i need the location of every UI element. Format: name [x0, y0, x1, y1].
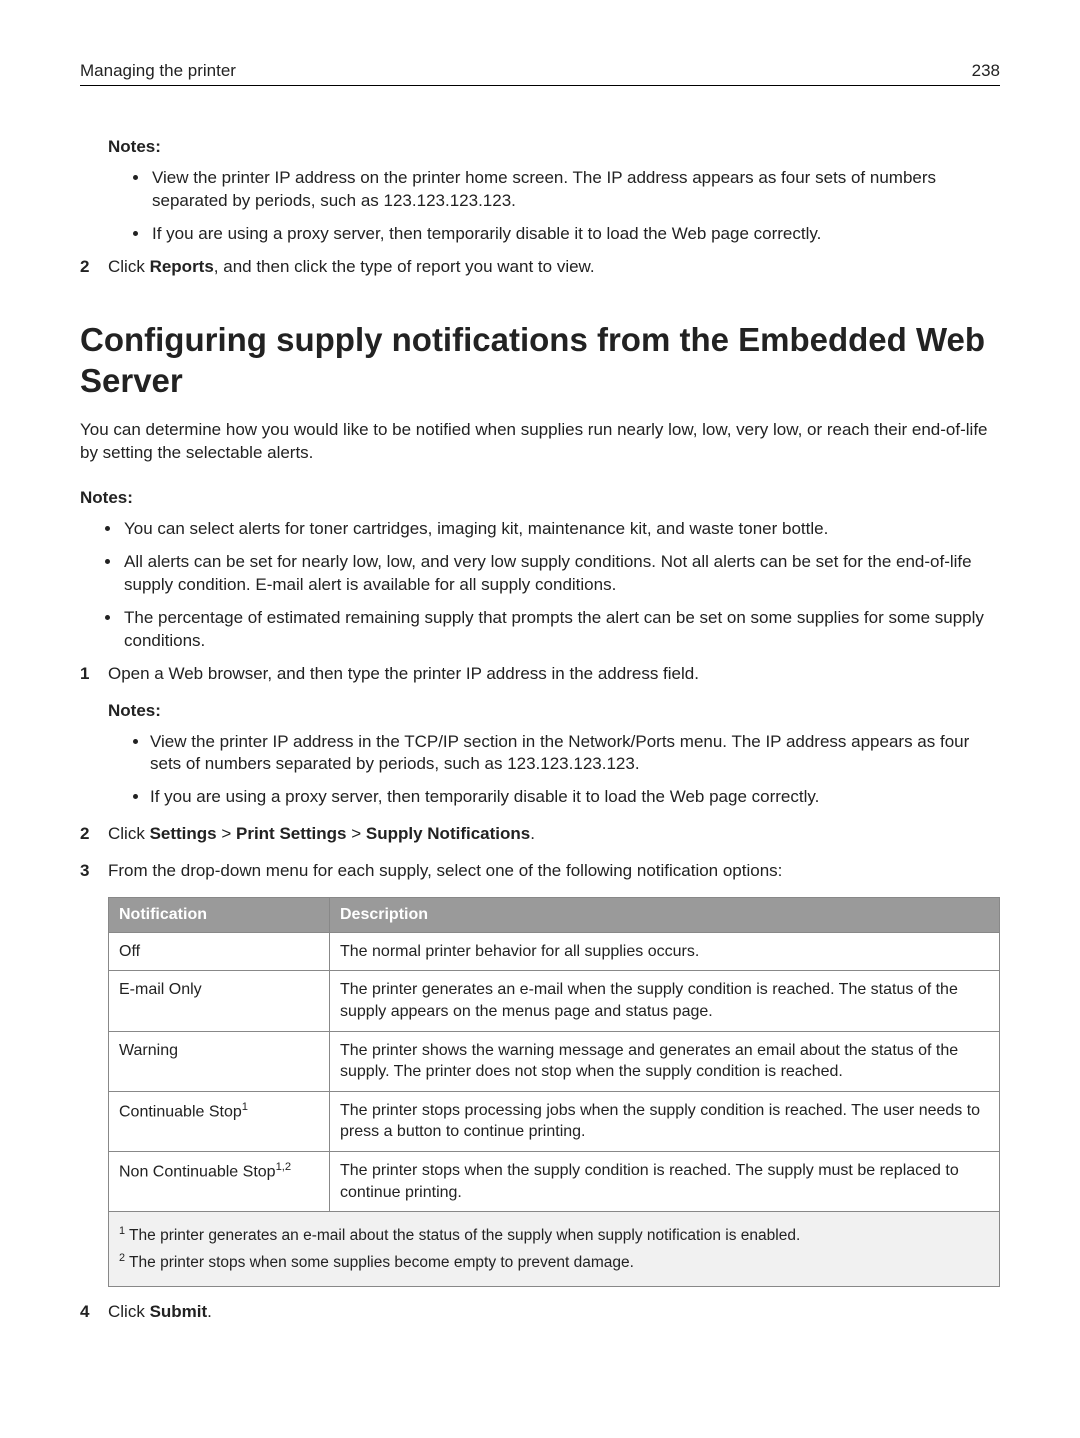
table-row: Off The normal printer behavior for all …: [109, 932, 1000, 971]
note-item: View the printer IP address in the TCP/I…: [150, 731, 1000, 777]
notif-desc: The normal printer behavior for all supp…: [330, 932, 1000, 971]
step-text-suffix: , and then click the type of report you …: [214, 257, 595, 276]
step-bold: Reports: [150, 257, 214, 276]
step-bold: Supply Notifications: [366, 824, 530, 843]
table-row: Non Continuable Stop1,2 The printer stop…: [109, 1151, 1000, 1211]
step-bold: Print Settings: [236, 824, 347, 843]
table-row: Continuable Stop1 The printer stops proc…: [109, 1091, 1000, 1151]
note-item: View the printer IP address on the print…: [150, 167, 1000, 213]
note-item: If you are using a proxy server, then te…: [150, 786, 1000, 809]
table-row: Warning The printer shows the warning me…: [109, 1031, 1000, 1091]
step-item: Open a Web browser, and then type the pr…: [80, 663, 1000, 810]
step-bold: Settings: [150, 824, 217, 843]
notes-label: Notes:: [108, 700, 1000, 723]
notif-desc: The printer shows the warning message an…: [330, 1031, 1000, 1091]
notif-desc: The printer generates an e-mail when the…: [330, 971, 1000, 1031]
notification-table: Notification Description Off The normal …: [108, 897, 1000, 1287]
notif-name: Non Continuable Stop1,2: [109, 1151, 330, 1211]
section-heading: Configuring supply notifications from th…: [80, 319, 1000, 402]
step-notes-list: View the printer IP address in the TCP/I…: [108, 731, 1000, 810]
step-suffix: .: [207, 1302, 212, 1321]
top-notes-block: Notes: View the printer IP address on th…: [108, 136, 1000, 246]
step-text: Open a Web browser, and then type the pr…: [108, 664, 699, 683]
step-text: From the drop-down menu for each supply,…: [108, 861, 782, 880]
table-header-notification: Notification: [109, 898, 330, 933]
step-sep: >: [347, 824, 366, 843]
step-item: Click Submit.: [80, 1301, 1000, 1324]
notif-desc: The printer stops processing jobs when t…: [330, 1091, 1000, 1151]
notes-label: Notes:: [80, 487, 1000, 510]
footnote-ref: 1,2: [276, 1161, 292, 1173]
step-item: From the drop-down menu for each supply,…: [80, 860, 1000, 1287]
notif-desc: The printer stops when the supply condit…: [330, 1151, 1000, 1211]
header-title: Managing the printer: [80, 60, 236, 83]
section-notes-list: You can select alerts for toner cartridg…: [80, 518, 1000, 653]
main-steps: Open a Web browser, and then type the pr…: [80, 663, 1000, 1325]
note-item: If you are using a proxy server, then te…: [150, 223, 1000, 246]
intro-text: You can determine how you would like to …: [80, 419, 1000, 465]
footnote-1: 1 The printer generates an e-mail about …: [119, 1224, 989, 1247]
step-text-prefix: Click: [108, 257, 150, 276]
step-text-prefix: Click: [108, 824, 150, 843]
notes-label: Notes:: [108, 136, 1000, 159]
note-item: All alerts can be set for nearly low, lo…: [122, 551, 1000, 597]
page-number: 238: [972, 60, 1000, 83]
table-row: E-mail Only The printer generates an e-m…: [109, 971, 1000, 1031]
note-item: You can select alerts for toner cartridg…: [122, 518, 1000, 541]
note-item: The percentage of estimated remaining su…: [122, 607, 1000, 653]
page-header: Managing the printer 238: [80, 60, 1000, 86]
notif-name: E-mail Only: [109, 971, 330, 1031]
notif-name: Continuable Stop1: [109, 1091, 330, 1151]
footnote-2: 2 The printer stops when some supplies b…: [119, 1251, 989, 1274]
step-sep: >: [217, 824, 236, 843]
table-footnotes: 1 The printer generates an e-mail about …: [109, 1212, 1000, 1287]
step-item: Click Settings > Print Settings > Supply…: [80, 823, 1000, 846]
top-step-list: Click Reports, and then click the type o…: [80, 256, 1000, 279]
step-bold: Submit: [150, 1302, 208, 1321]
notif-name: Warning: [109, 1031, 330, 1091]
top-notes-list: View the printer IP address on the print…: [108, 167, 1000, 246]
step-text-prefix: Click: [108, 1302, 150, 1321]
table-header-description: Description: [330, 898, 1000, 933]
footnote-ref: 1: [242, 1101, 248, 1113]
step-item: Click Reports, and then click the type o…: [80, 256, 1000, 279]
step-suffix: .: [530, 824, 535, 843]
notif-name: Off: [109, 932, 330, 971]
